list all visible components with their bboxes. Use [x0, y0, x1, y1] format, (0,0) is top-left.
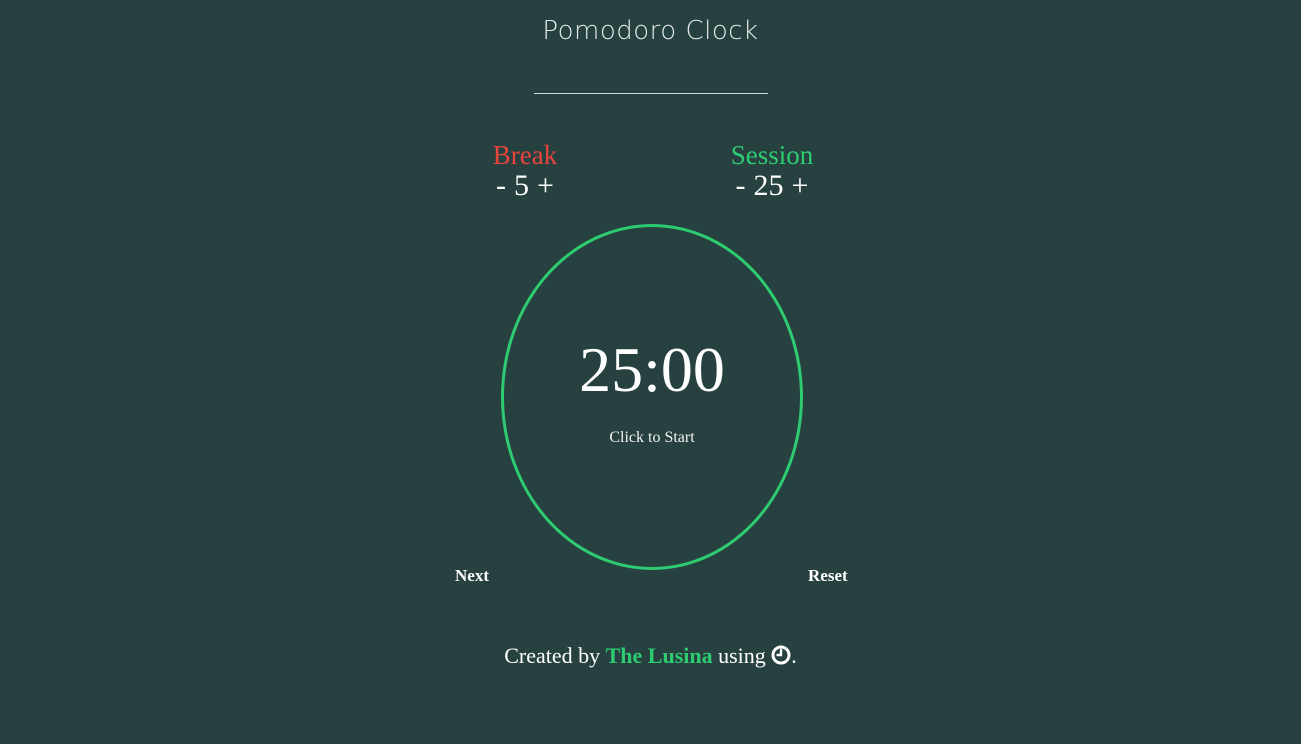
session-decrement-button[interactable]: - [736, 169, 746, 202]
break-increment-button[interactable]: + [537, 169, 554, 202]
footer-prefix: Created by [504, 643, 601, 668]
page-title: Pomodoro Clock [542, 16, 759, 46]
session-increment-button[interactable]: + [792, 169, 809, 202]
break-label: Break [492, 140, 558, 170]
title-divider [534, 93, 768, 94]
break-value: 5 [514, 169, 530, 202]
start-hint: Click to Start [609, 429, 695, 446]
timer-display: 25:00 [579, 334, 725, 405]
session-setting: Session -25 + [714, 140, 830, 202]
session-controls: -25 + [714, 170, 830, 202]
timer-circle[interactable]: 25:00 Click to Start [501, 224, 803, 570]
break-setting: Break -5 + [470, 140, 580, 202]
author-link[interactable]: The Lusina [606, 643, 713, 668]
footer: Created by The Lusina using . [0, 643, 1301, 671]
footer-middle: using [718, 643, 766, 668]
session-value: 25 [753, 169, 784, 202]
clock-icon [771, 645, 791, 671]
break-decrement-button[interactable]: - [496, 169, 506, 202]
next-button[interactable]: Next [455, 566, 489, 586]
session-label: Session [730, 140, 814, 170]
break-controls: -5 + [470, 170, 580, 202]
reset-button[interactable]: Reset [808, 566, 848, 586]
pomodoro-page: Pomodoro Clock Break -5 + Session -25 + 25… [0, 0, 1301, 744]
footer-suffix: . [791, 643, 797, 668]
